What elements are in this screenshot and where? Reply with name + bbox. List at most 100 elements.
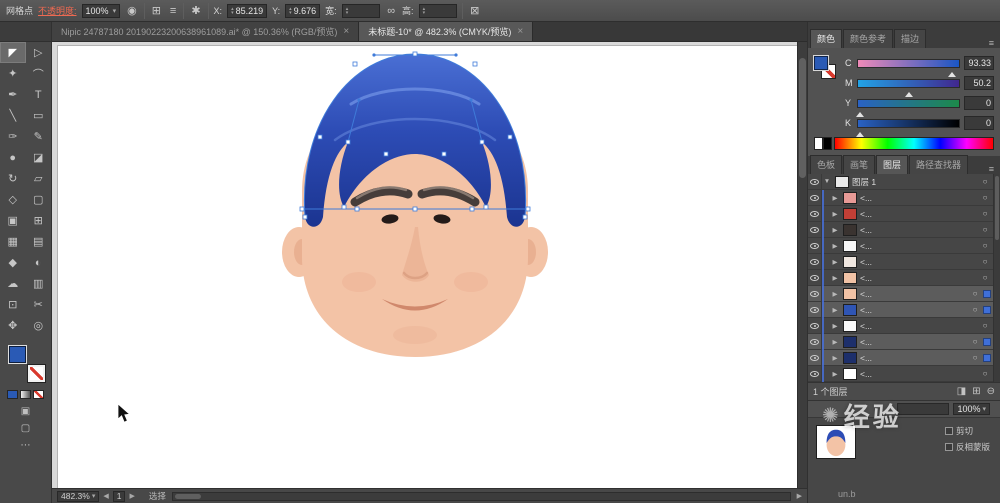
shape-builder-tool[interactable]: ▣ xyxy=(0,210,26,231)
target-icon[interactable]: ○ xyxy=(969,353,981,362)
visibility-toggle[interactable] xyxy=(808,238,822,253)
transparency-opacity-field[interactable]: 100% ▾ xyxy=(953,403,990,415)
channel-value-field[interactable]: 0 xyxy=(964,116,994,130)
blob-brush-tool[interactable]: ● xyxy=(0,147,26,168)
layer-row[interactable]: ▶ <... ○ xyxy=(808,286,1000,302)
clip-checkbox[interactable] xyxy=(944,427,953,435)
fill-swatch[interactable] xyxy=(7,345,27,364)
tab-layers[interactable]: 图层 xyxy=(876,155,909,174)
panel-fill-swatch[interactable] xyxy=(813,55,829,71)
target-icon[interactable]: ○ xyxy=(979,193,991,202)
invert-mask-checkbox[interactable] xyxy=(944,443,953,451)
align-panel-icon[interactable]: ⊞ xyxy=(150,4,163,17)
scroll-right-icon[interactable]: ▶ xyxy=(797,492,802,500)
rectangle-tool[interactable]: ▭ xyxy=(26,105,52,126)
column-graph-tool[interactable]: ▥ xyxy=(26,273,52,294)
opacity-field[interactable]: 100% ▾ xyxy=(81,3,121,18)
distribute-icon[interactable]: ≡ xyxy=(168,5,178,17)
width-tool[interactable]: ◇ xyxy=(0,189,26,210)
zoom-select[interactable]: 482.3% ▾ xyxy=(57,490,100,502)
expand-icon[interactable]: ▶ xyxy=(830,194,840,202)
close-tab-icon[interactable]: × xyxy=(343,26,349,37)
expand-icon[interactable]: ▶ xyxy=(830,306,840,314)
rotate-tool[interactable]: ↻ xyxy=(0,168,26,189)
spectrum-ramp[interactable] xyxy=(834,137,994,150)
paintbrush-tool[interactable]: ✑ xyxy=(0,126,26,147)
layer-row[interactable]: ▶ <... ○ xyxy=(808,190,1000,206)
layer-row[interactable]: ▶ <... ○ xyxy=(808,366,1000,382)
perspective-grid-tool[interactable]: ⊞ xyxy=(26,210,52,231)
tab-color-guide[interactable]: 颜色参考 xyxy=(843,29,894,48)
eyedropper-tool[interactable]: ◆ xyxy=(0,252,26,273)
zoom-dropdown-icon[interactable]: ▾ xyxy=(92,492,96,500)
face-illustration[interactable] xyxy=(282,54,548,357)
x-stepper[interactable]: ▴ ▾ xyxy=(231,6,234,15)
tab-pathfinder[interactable]: 路径查找器 xyxy=(909,155,969,174)
target-icon[interactable]: ○ xyxy=(979,225,991,234)
visibility-toggle[interactable] xyxy=(808,286,822,301)
slider-thumb-icon[interactable] xyxy=(904,88,913,97)
target-icon[interactable]: ○ xyxy=(969,289,981,298)
opacity-dropdown-icon[interactable]: ▾ xyxy=(982,405,986,413)
delete-layer-button[interactable]: ⊖ xyxy=(987,386,995,397)
channel-value-field[interactable]: 0 xyxy=(964,96,994,110)
visibility-toggle[interactable] xyxy=(808,350,822,365)
pencil-tool[interactable]: ✎ xyxy=(26,126,52,147)
expand-icon[interactable]: ▶ xyxy=(830,370,840,378)
x-value[interactable]: 85.219 xyxy=(236,6,264,16)
panel-menu-icon[interactable]: ≡ xyxy=(985,38,998,48)
tab-swatches[interactable]: 色板 xyxy=(810,155,843,174)
opacity-dropdown-icon[interactable]: ▾ xyxy=(113,7,117,15)
screen-mode-button[interactable]: ▢ xyxy=(0,423,51,434)
visibility-toggle[interactable] xyxy=(808,366,822,381)
drawing-mode-button[interactable]: ▣ xyxy=(0,406,51,417)
new-layer-button[interactable]: ⊞ xyxy=(972,386,980,397)
artwork-svg[interactable] xyxy=(52,42,807,488)
slider-thumb-icon[interactable] xyxy=(856,108,865,117)
layers-scrollbar[interactable] xyxy=(993,174,1000,382)
width-stepper[interactable]: ▴ ▾ xyxy=(346,6,349,15)
target-icon[interactable]: ○ xyxy=(979,177,991,186)
expand-icon[interactable]: ▶ xyxy=(830,210,840,218)
target-icon[interactable]: ○ xyxy=(979,273,991,282)
layer-row[interactable]: ▶ <... ○ xyxy=(808,270,1000,286)
toolbar-overflow-icon[interactable]: ⋯ xyxy=(0,440,51,451)
layer-row[interactable]: ▶ <... ○ xyxy=(808,350,1000,366)
symbol-sprayer-tool[interactable]: ☁ xyxy=(0,273,26,294)
blend-tool[interactable]: ◐ xyxy=(26,252,52,273)
clip-checkbox-row[interactable]: 剪切 xyxy=(944,425,990,437)
expand-icon[interactable]: ▶ xyxy=(830,274,840,282)
mesh-tool[interactable]: ▦ xyxy=(0,231,26,252)
next-artboard-icon[interactable]: ▶ xyxy=(129,492,134,500)
blend-mode-select[interactable] xyxy=(897,403,950,415)
expand-icon[interactable]: ▶ xyxy=(830,290,840,298)
visibility-toggle[interactable] xyxy=(808,174,822,189)
visibility-toggle[interactable] xyxy=(808,302,822,317)
layer-row[interactable]: ▼ 图层 1 ○ xyxy=(808,174,1000,190)
channel-slider[interactable] xyxy=(857,58,960,77)
y-stepper[interactable]: ▴ ▾ xyxy=(289,6,292,15)
invert-mask-checkbox-row[interactable]: 反相蒙版 xyxy=(944,441,990,453)
close-tab-icon[interactable]: × xyxy=(517,26,523,37)
target-icon[interactable]: ○ xyxy=(979,369,991,378)
fill-stroke-proxy[interactable] xyxy=(7,344,46,383)
free-transform-icon[interactable]: ⊠ xyxy=(468,4,481,17)
channel-slider[interactable] xyxy=(857,78,960,97)
panel-menu-icon[interactable]: ≡ xyxy=(985,164,998,174)
opacity-value[interactable]: 100% xyxy=(86,6,109,16)
target-icon[interactable]: ○ xyxy=(979,321,991,330)
tab-brushes[interactable]: 画笔 xyxy=(843,155,876,174)
none-mode-button[interactable] xyxy=(33,390,44,399)
expand-icon[interactable]: ▶ xyxy=(830,338,840,346)
prev-artboard-icon[interactable]: ◀ xyxy=(103,492,108,500)
visibility-toggle[interactable] xyxy=(808,206,822,221)
pen-tool[interactable]: ✒ xyxy=(0,84,26,105)
expand-icon[interactable]: ▶ xyxy=(830,226,840,234)
layer-row[interactable]: ▶ <... ○ xyxy=(808,254,1000,270)
x-field[interactable]: ▴ ▾ 85.219 xyxy=(227,3,268,18)
zoom-value[interactable]: 482.3% xyxy=(61,491,90,501)
artboard-number[interactable]: 1 xyxy=(117,491,122,501)
expand-icon[interactable]: ▼ xyxy=(822,178,832,185)
transparency-opacity-value[interactable]: 100% xyxy=(957,404,980,414)
horizontal-scrollbar[interactable] xyxy=(171,491,791,501)
